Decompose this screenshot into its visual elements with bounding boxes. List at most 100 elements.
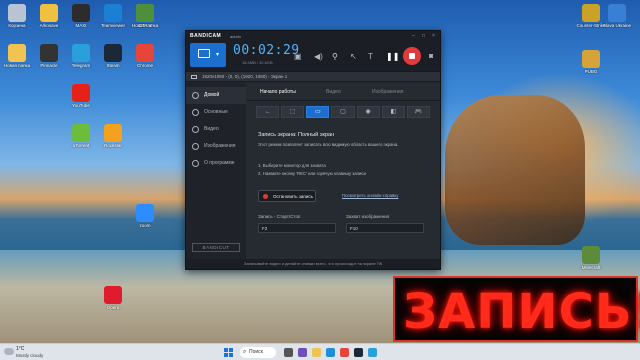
bandicam-sidebar: Домой Основные Видео Изображения О программе… — [186, 83, 246, 259]
desktop-icon[interactable]: Opera — [98, 286, 128, 310]
desktop-icon-label: MAXI — [75, 23, 87, 28]
tab-images[interactable]: Изображения — [372, 83, 403, 101]
desktop-icon-label: Steam — [106, 63, 120, 68]
desktop-icon-label: Pinnacle — [40, 63, 58, 68]
desktop-icon[interactable]: YouTube — [66, 84, 96, 108]
app-icon — [72, 84, 90, 102]
stop-record-button[interactable] — [403, 47, 421, 65]
file-size: 18.4MB / 32.5GB — [242, 60, 273, 65]
desktop-icon[interactable]: Arkosave — [34, 4, 64, 28]
mode-selector: ← ⬚ ▭ ▢ ◉ ◧ 🎮 — [256, 106, 430, 118]
sidebar-item-label: Изображения — [204, 143, 236, 149]
close-button[interactable]: × — [432, 33, 435, 39]
sidebar-item[interactable]: О программе — [186, 155, 246, 172]
weather-temp[interactable]: 1°C — [16, 346, 24, 352]
desktop-icon-label: Slava Ukraine — [602, 23, 631, 28]
chrome-icon[interactable] — [340, 348, 349, 357]
desktop-icon-label: Корзина — [8, 23, 26, 28]
desktop-icon-label: Minecraft — [581, 265, 601, 270]
app-icon — [40, 44, 58, 62]
desktop-icon[interactable]: Rockstar — [98, 124, 128, 148]
mode-button[interactable]: 🎮 — [406, 106, 430, 118]
bandicut-button[interactable]: BANDICUT — [192, 243, 240, 252]
cursor-icon[interactable]: ↖ — [350, 52, 357, 61]
desktop-icon[interactable]: uTorrent — [66, 124, 96, 148]
maximize-button[interactable]: □ — [422, 33, 425, 39]
mode-button[interactable]: ← — [256, 106, 280, 118]
desktop-icon[interactable]: Minecraft — [576, 246, 606, 270]
desktop-icon-label: Chrome — [136, 63, 153, 68]
telegram-icon[interactable] — [368, 348, 377, 357]
sidebar-item[interactable]: Основные — [186, 104, 246, 121]
desktop-icon[interactable]: Chrome — [130, 44, 160, 68]
desktop-icon-label: YouTube — [72, 103, 90, 108]
sidebar-item[interactable]: Видео — [186, 121, 246, 138]
stop-recording-button[interactable]: Остановить запись — [258, 190, 316, 202]
app-icon — [72, 124, 90, 142]
capture-target-bar[interactable]: 1920x1080 - (0, 0), (1920, 1080) - Экран… — [186, 71, 440, 82]
desktop-icon[interactable]: zoom — [130, 204, 160, 228]
desktop-icon[interactable]: Teamviewer — [98, 4, 128, 28]
step-1: 1. Выберите монитор для захвата — [258, 163, 326, 168]
desktop-icon[interactable]: PUBG — [576, 50, 606, 74]
wallpaper-rock — [445, 95, 585, 245]
tab-video[interactable]: Видео — [326, 83, 341, 101]
app-icon — [104, 44, 122, 62]
sidebar-item[interactable]: Домой — [186, 87, 246, 104]
steam-icon[interactable] — [354, 348, 363, 357]
desktop-icon[interactable]: Slava Ukraine — [602, 4, 632, 28]
app-icon — [72, 44, 90, 62]
webcam-icon[interactable]: ▣ — [294, 52, 302, 61]
desktop-icon[interactable]: Корзина — [2, 4, 32, 28]
edge-icon[interactable] — [326, 348, 335, 357]
task-view-icon[interactable] — [284, 348, 293, 357]
sidebar-item-label: О программе — [204, 160, 235, 166]
hotkey-record-field[interactable]: F2 — [258, 223, 336, 233]
mode-button[interactable]: ⬚ — [281, 106, 305, 118]
desktop-icon[interactable]: Steam — [98, 44, 128, 68]
hotkey-image-field[interactable]: F10 — [346, 223, 424, 233]
monitor-icon — [198, 49, 210, 58]
desktop-icon[interactable]: GTA V — [130, 4, 160, 28]
file-explorer-icon[interactable] — [312, 348, 321, 357]
text-icon[interactable]: T — [368, 52, 373, 61]
desktop-icon-label: Telegram — [71, 63, 91, 68]
app-icon — [136, 204, 154, 222]
sidebar-item[interactable]: Изображения — [186, 138, 246, 155]
mode-button[interactable]: ▭ — [306, 106, 330, 118]
section-heading: Запись экрана: Полный экран — [258, 132, 335, 138]
mode-button[interactable]: ▢ — [331, 106, 355, 118]
minimize-button[interactable]: – — [412, 33, 415, 39]
admin-label: admin — [230, 34, 241, 39]
app-icon — [8, 4, 26, 22]
screen-mode-button[interactable]: ▾ — [190, 43, 226, 67]
desktop-icon[interactable]: Новая папка — [2, 44, 32, 68]
mode-button[interactable]: ◉ — [356, 106, 380, 118]
app-icon — [40, 4, 58, 22]
nav-icon — [192, 160, 199, 167]
weather-desc[interactable]: Mostly cloudy — [16, 353, 43, 358]
app-icon — [136, 4, 154, 22]
app-icon — [104, 4, 122, 22]
speaker-icon[interactable]: ◀) — [314, 52, 323, 61]
desktop-icon[interactable]: MAXI — [66, 4, 96, 28]
desktop-icon[interactable]: Telegram — [66, 44, 96, 68]
microphone-icon[interactable]: ⚲ — [332, 52, 338, 61]
camera-icon[interactable]: ◙ — [429, 53, 433, 60]
section-description: Этот режим позволяет записать всю видиму… — [258, 142, 399, 147]
hotkey-image-label: Захват изображения — [346, 214, 390, 219]
taskbar-search[interactable]: Поиск — [240, 347, 276, 358]
bandicam-toolbar: BANDICAM admin – □ × ▾ 00:02:29 18.4MB /… — [186, 31, 440, 71]
windows-start-icon[interactable] — [224, 348, 233, 357]
pause-icon[interactable]: ❚❚ — [386, 52, 399, 61]
tab-start[interactable]: Начало работы — [260, 83, 296, 101]
taskbar: 1°C Mostly cloudy Поиск — [0, 343, 640, 360]
chat-icon[interactable] — [298, 348, 307, 357]
nav-icon — [192, 143, 199, 150]
app-icon — [72, 4, 90, 22]
app-icon — [582, 50, 600, 68]
mode-button[interactable]: ◧ — [381, 106, 405, 118]
desktop-icon-label: uTorrent — [72, 143, 90, 148]
online-help-link[interactable]: Посмотреть онлайн-справку — [342, 193, 398, 198]
desktop-icon[interactable]: Pinnacle — [34, 44, 64, 68]
